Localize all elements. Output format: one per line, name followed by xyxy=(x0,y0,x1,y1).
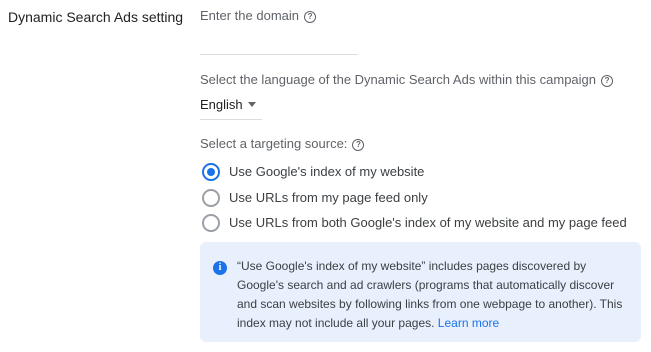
radio-button[interactable] xyxy=(202,189,220,207)
targeting-field-label: Select a targeting source:? xyxy=(200,136,365,151)
language-dropdown[interactable]: English xyxy=(200,95,262,120)
info-description: “Use Google's index of my website” inclu… xyxy=(237,259,623,330)
info-icon: i xyxy=(213,261,227,275)
info-text: “Use Google's index of my website” inclu… xyxy=(237,257,629,333)
radio-button[interactable] xyxy=(202,214,220,232)
section-label: Dynamic Search Ads setting xyxy=(8,9,184,25)
radio-label: Use URLs from both Google's index of my … xyxy=(229,215,627,230)
radio-button-checked[interactable] xyxy=(202,163,220,181)
targeting-label-text: Select a targeting source: xyxy=(200,136,348,151)
radio-label: Use Google's index of my website xyxy=(229,164,425,179)
targeting-option-both[interactable]: Use URLs from both Google's index of my … xyxy=(202,214,627,234)
domain-label-text: Enter the domain xyxy=(200,8,300,23)
domain-input[interactable] xyxy=(200,30,358,55)
language-label-text: Select the language of the Dynamic Searc… xyxy=(200,72,597,87)
help-icon[interactable]: ? xyxy=(304,11,317,23)
help-icon[interactable]: ? xyxy=(601,75,614,87)
learn-more-link[interactable]: Learn more xyxy=(438,316,499,330)
language-selected-value: English xyxy=(200,97,243,112)
language-field-label: Select the language of the Dynamic Searc… xyxy=(200,72,614,87)
domain-field-label: Enter the domain? xyxy=(200,8,317,23)
targeting-option-google-index[interactable]: Use Google's index of my website xyxy=(202,163,432,183)
targeting-option-page-feed[interactable]: Use URLs from my page feed only xyxy=(202,189,432,209)
help-icon[interactable]: ? xyxy=(352,139,365,151)
dropdown-arrow-icon xyxy=(248,102,256,107)
info-box: i “Use Google's index of my website” inc… xyxy=(200,242,641,342)
radio-label: Use URLs from my page feed only xyxy=(229,190,428,205)
